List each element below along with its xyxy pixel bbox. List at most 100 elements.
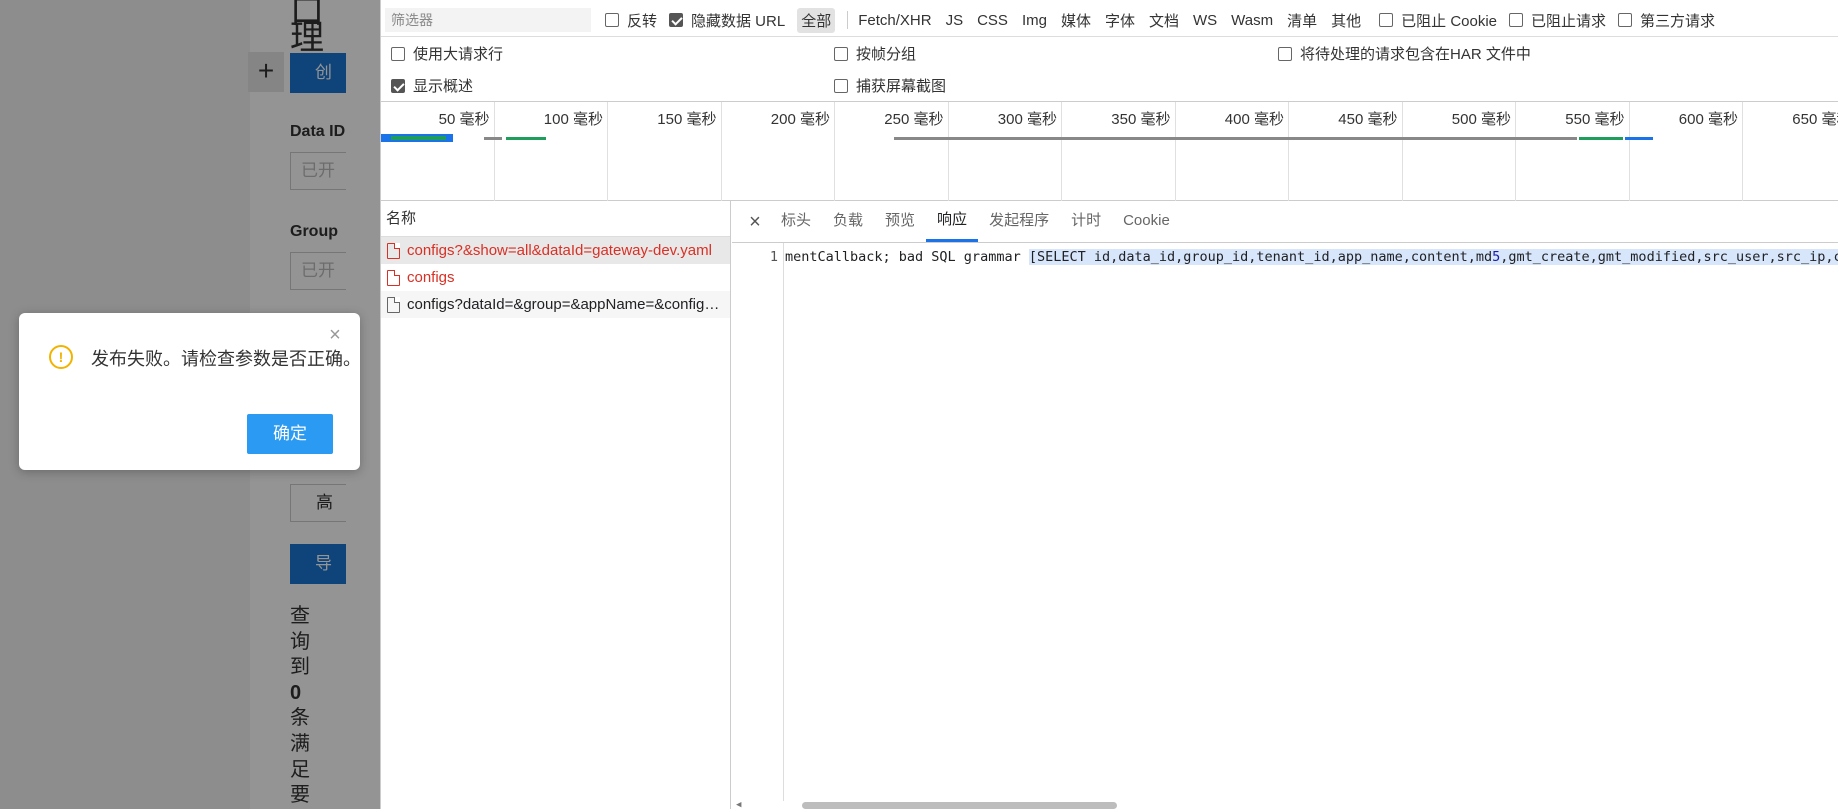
hide-data-url-label: 隐藏数据 URL xyxy=(691,12,786,30)
include-pending-har-checkbox[interactable]: 将待处理的请求包含在HAR 文件中 xyxy=(1278,43,1531,64)
checkbox-icon xyxy=(834,78,848,93)
type-filter-fetch-xhr[interactable]: Fetch/XHR xyxy=(854,10,935,31)
response-body[interactable]: 1 mentCallback; bad SQL grammar [SELECT … xyxy=(732,243,1838,809)
warning-icon: ! xyxy=(49,345,73,369)
response-text: mentCallback; bad SQL grammar xyxy=(785,249,1029,265)
third-party-checkbox[interactable]: 第三方请求 xyxy=(1618,10,1715,31)
request-name: configs?dataId=&group=&appName=&config_t… xyxy=(407,296,727,313)
tab-preview[interactable]: 预览 xyxy=(874,200,926,242)
timeline-tick-label: 400 毫秒 xyxy=(1224,111,1284,128)
tab-response[interactable]: 响应 xyxy=(926,200,979,242)
capture-screenshots-label: 捕获屏幕截图 xyxy=(856,78,947,95)
blocked-requests-checkbox[interactable]: 已阻止请求 xyxy=(1509,10,1606,31)
checkbox-icon xyxy=(1379,13,1394,27)
hide-data-url-checkbox[interactable]: 隐藏数据 URL xyxy=(669,10,785,31)
checkbox-icon xyxy=(1278,46,1292,61)
show-overview-checkbox[interactable]: 显示概述 xyxy=(391,75,473,96)
error-dialog: × ! 发布失败。请检查参数是否正确。 确定 xyxy=(19,313,361,470)
request-name: configs?&show=all&dataId=gateway-dev.yam… xyxy=(407,242,712,259)
timeline-tick-label: 100 毫秒 xyxy=(543,111,603,128)
filter-input[interactable] xyxy=(385,8,591,32)
checkbox-icon xyxy=(1509,13,1524,27)
type-filter-css[interactable]: CSS xyxy=(973,10,1012,31)
scroll-left-icon[interactable]: ◀ xyxy=(736,800,741,809)
tab-timing[interactable]: 计时 xyxy=(1060,200,1112,242)
include-pending-har-label: 将待处理的请求包含在HAR 文件中 xyxy=(1300,46,1531,63)
capture-screenshots-checkbox[interactable]: 捕获屏幕截图 xyxy=(834,75,946,96)
checkbox-icon xyxy=(834,46,848,61)
detail-tabs: × 标头 负载 预览 响应 发起程序 计时 Cookie xyxy=(732,201,1838,243)
response-text: ,gmt_create,gmt_modified,src_user,src_ip… xyxy=(1500,249,1838,265)
type-filter-doc[interactable]: 文档 xyxy=(1145,8,1183,33)
timeline-tick-label: 350 毫秒 xyxy=(1111,111,1171,128)
timeline-tick-label: 300 毫秒 xyxy=(997,111,1057,128)
group-by-frame-label: 按帧分组 xyxy=(856,46,917,63)
request-details: × 标头 负载 预览 响应 发起程序 计时 Cookie 1 mentCallb… xyxy=(732,201,1838,809)
show-overview-label: 显示概述 xyxy=(413,78,474,95)
timeline-bar xyxy=(894,137,1577,140)
type-filter-img[interactable]: Img xyxy=(1018,10,1051,31)
tab-cookies[interactable]: Cookie xyxy=(1112,200,1181,242)
invert-checkbox[interactable]: 反转 xyxy=(605,10,657,31)
type-filter-wasm[interactable]: Wasm xyxy=(1227,10,1277,31)
type-filter-js[interactable]: JS xyxy=(942,10,968,31)
checkbox-checked-icon xyxy=(669,13,684,27)
network-overview-timeline[interactable]: 50 毫秒 100 毫秒 150 毫秒 200 毫秒 250 毫秒 300 毫秒 350 毫… xyxy=(381,102,1838,201)
devtools-network-panel: 反转 隐藏数据 URL 全部 Fetch/XHR JS CSS Img 媒体 字… xyxy=(380,0,1838,809)
type-filter-font[interactable]: 字体 xyxy=(1101,8,1139,33)
request-row[interactable]: configs?dataId=&group=&appName=&config_t… xyxy=(381,291,730,318)
network-settings: 使用大请求行 按帧分组 将待处理的请求包含在HAR 文件中 显示概述 捕获屏幕截… xyxy=(381,36,1838,102)
scrollbar-thumb[interactable] xyxy=(802,802,1117,809)
timeline-tick-label: 250 毫秒 xyxy=(884,111,944,128)
ok-button[interactable]: 确定 xyxy=(247,414,333,454)
document-error-icon xyxy=(387,269,400,286)
blocked-cookies-checkbox[interactable]: 已阻止 Cookie xyxy=(1379,10,1497,31)
timeline-tick-label: 600 毫秒 xyxy=(1678,111,1738,128)
timeline-tick-label: 150 毫秒 xyxy=(657,111,717,128)
response-line: mentCallback; bad SQL grammar [SELECT id… xyxy=(785,249,1838,265)
response-selection: [SELECT id,data_id,group_id,tenant_id,ap… xyxy=(1028,249,1838,265)
request-row[interactable]: configs xyxy=(381,264,730,291)
invert-label: 反转 xyxy=(627,12,658,30)
big-rows-label: 使用大请求行 xyxy=(413,46,504,63)
name-column-header[interactable]: 名称 xyxy=(381,201,730,237)
timeline-tick-label: 50 毫秒 xyxy=(438,111,490,128)
checkbox-checked-icon xyxy=(391,78,405,93)
timeline-tick-label: 550 毫秒 xyxy=(1565,111,1625,128)
timeline-tick-label: 200 毫秒 xyxy=(770,111,830,128)
timeline-bar xyxy=(1625,137,1653,140)
request-name: configs xyxy=(407,269,455,286)
blocked-requests-label: 已阻止请求 xyxy=(1531,12,1607,30)
line-number-gutter: 1 xyxy=(732,243,784,801)
close-icon[interactable]: × xyxy=(326,325,344,345)
blocked-cookies-label: 已阻止 Cookie xyxy=(1401,12,1498,30)
checkbox-icon xyxy=(1618,13,1633,27)
filter-toolbar: 反转 隐藏数据 URL 全部 Fetch/XHR JS CSS Img 媒体 字… xyxy=(381,6,1727,34)
timeline-tick-label: 450 毫秒 xyxy=(1338,111,1398,128)
request-list: 名称 configs?&show=all&dataId=gateway-dev.… xyxy=(381,201,731,809)
type-filter-all[interactable]: 全部 xyxy=(797,7,836,33)
checkbox-icon xyxy=(391,46,405,61)
timeline-bar xyxy=(506,137,546,140)
request-row[interactable]: configs?&show=all&dataId=gateway-dev.yam… xyxy=(381,237,730,264)
document-icon xyxy=(387,296,400,313)
type-filter-media[interactable]: 媒体 xyxy=(1057,8,1095,33)
group-by-frame-checkbox[interactable]: 按帧分组 xyxy=(834,43,916,64)
horizontal-scrollbar[interactable]: ◀ xyxy=(732,800,1838,809)
type-filter-other[interactable]: 其他 xyxy=(1327,8,1365,33)
big-request-rows-checkbox[interactable]: 使用大请求行 xyxy=(391,43,503,64)
third-party-label: 第三方请求 xyxy=(1640,12,1716,30)
checkbox-icon xyxy=(605,13,619,27)
tab-headers[interactable]: 标头 xyxy=(770,200,822,242)
tab-payload[interactable]: 负载 xyxy=(822,200,874,242)
response-text: [SELECT id,data_id,group_id,tenant_id,ap… xyxy=(1028,249,1493,265)
close-icon[interactable]: × xyxy=(740,202,770,242)
timeline-tick-label: 650 毫秒 xyxy=(1792,111,1838,128)
tab-initiator[interactable]: 发起程序 xyxy=(978,200,1060,242)
type-filter-manifest[interactable]: 清单 xyxy=(1283,8,1321,33)
type-filter-ws[interactable]: WS xyxy=(1189,10,1221,31)
timeline-bar xyxy=(484,137,502,140)
document-error-icon xyxy=(387,242,400,259)
timeline-bar xyxy=(1579,137,1623,140)
dialog-message: 发布失败。请检查参数是否正确。 xyxy=(91,349,361,369)
